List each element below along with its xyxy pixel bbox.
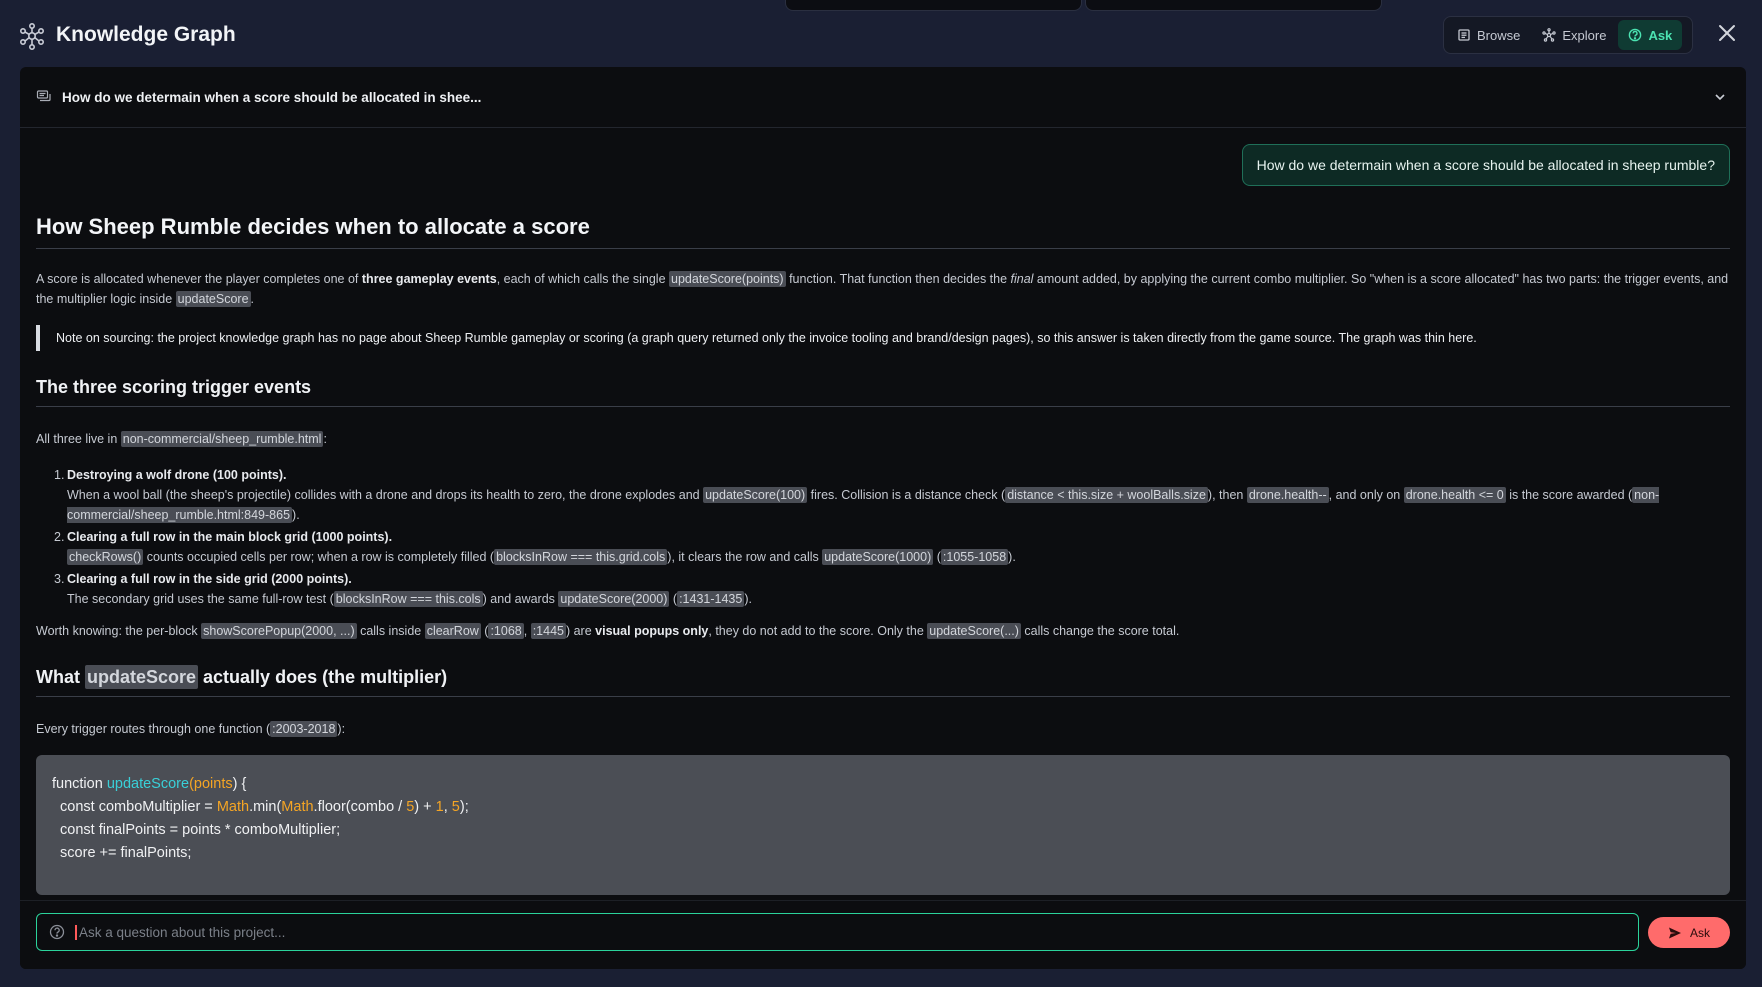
triggers-heading: The three scoring trigger events — [36, 377, 1730, 407]
send-icon — [1668, 927, 1681, 938]
app-header: Knowledge Graph Browse Explore Ask — [0, 0, 1762, 66]
ask-submit-label: Ask — [1689, 925, 1710, 940]
ask-submit-button[interactable]: Ask — [1648, 917, 1730, 948]
answer-intro: A score is allocated whenever the player… — [36, 271, 1729, 307]
list-item: 1. Destroying a wolf drone (100 points).… — [54, 468, 1660, 523]
question-circle-icon — [49, 924, 65, 940]
trigger-events-list: 1. Destroying a wolf drone (100 points).… — [54, 465, 1730, 609]
explore-label: Explore — [1562, 27, 1607, 43]
close-icon[interactable] — [1716, 22, 1738, 44]
list-item: 3. Clearing a full row in the side grid … — [54, 572, 752, 607]
code-block: function updateScore(points) { const com… — [36, 755, 1730, 895]
question-input[interactable] — [75, 924, 1638, 940]
update-intro: Every trigger routes through one functio… — [36, 721, 346, 737]
graph-logo-icon — [19, 22, 44, 50]
browse-label: Browse — [1477, 27, 1521, 43]
ask-mode-label: Ask — [1648, 27, 1673, 43]
input-bar: Ask — [20, 900, 1746, 969]
conversation-title: How do we determain when a score should … — [62, 89, 482, 105]
chat-panel: How do we determain when a score should … — [20, 67, 1746, 969]
list-item: 2. Clearing a full row in the main block… — [54, 530, 1016, 565]
sourcing-note: Note on sourcing: the project knowledge … — [36, 325, 1730, 351]
worth-knowing: Worth knowing: the per-block showScorePo… — [36, 623, 1180, 639]
network-icon — [1542, 28, 1557, 42]
inline-code: updateScore(points) — [669, 271, 786, 287]
question-circle-icon — [1629, 28, 1642, 42]
ask-mode-button[interactable]: Ask — [1618, 20, 1683, 50]
chevron-down-icon[interactable] — [1712, 89, 1728, 105]
update-score-heading: What updateScore actually does (the mult… — [36, 665, 1730, 697]
question-input-wrapper[interactable] — [36, 913, 1639, 951]
inline-code: non-commercial/sheep_rumble.html — [120, 431, 324, 447]
assistant-answer: How Sheep Rumble decides when to allocat… — [36, 214, 1730, 895]
inline-code: updateScore — [175, 291, 251, 307]
chat-history-icon — [36, 90, 51, 102]
app-title: Knowledge Graph — [56, 23, 236, 46]
browse-button[interactable]: Browse — [1447, 20, 1530, 50]
explore-button[interactable]: Explore — [1532, 20, 1616, 50]
book-icon — [1458, 29, 1470, 41]
messages-scroll-area[interactable]: How do we determain when a score should … — [20, 128, 1746, 900]
triggers-intro: All three live in non-commercial/sheep_r… — [36, 431, 327, 447]
answer-heading: How Sheep Rumble decides when to allocat… — [36, 214, 1730, 249]
user-message-bubble: How do we determain when a score should … — [1241, 144, 1730, 186]
mode-switcher: Browse Explore Ask — [1443, 16, 1693, 54]
conversation-header[interactable]: How do we determain when a score should … — [20, 67, 1746, 128]
